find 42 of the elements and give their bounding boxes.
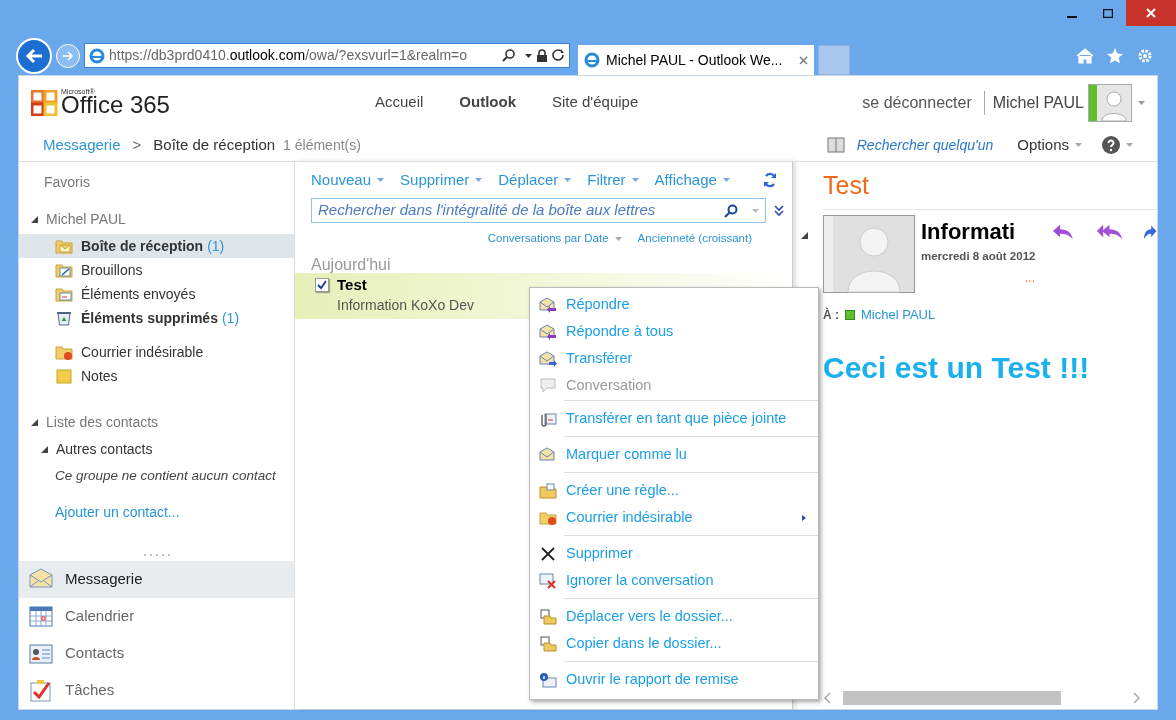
menu-item-label: Ignorer la conversation [566, 570, 715, 590]
menu-item-label: Marquer comme lu [566, 444, 688, 464]
menu-item-label: Transférer en tant que pièce jointe [566, 408, 788, 428]
section-label: Favoris [43, 173, 91, 192]
item-count: 1 élément(s) [283, 135, 361, 155]
url-text: https://db3prd0410.outlook.com/owa/?exsvurl=1&realm=o [109, 46, 468, 65]
breadcrumb-separator: > [132, 134, 142, 155]
module-label: Tâches [65, 680, 115, 701]
empty-group-note: Ce groupe ne contient aucun contact [54, 467, 277, 485]
menu-item-label: Déplacer vers le dossier... [566, 606, 734, 626]
folder-label: Notes [81, 366, 118, 386]
message-sender: Information KoXo Dev [337, 296, 474, 315]
email-body: Ceci est un Test !!! [823, 349, 1091, 386]
user-name: Michel PAUL [992, 92, 1084, 113]
module-label: Calendrier [65, 606, 135, 627]
unread-count: (1) [221, 308, 240, 328]
folder-label: Éléments supprimés [81, 308, 218, 328]
folder-label: Brouillons [81, 260, 143, 280]
folder-label: Éléments envoyés [81, 284, 196, 304]
breadcrumb-current: Boîte de réception [153, 134, 276, 155]
menu-item-label: Transférer [566, 348, 634, 368]
module-label: Contacts [65, 643, 125, 664]
menu-item-label: Copier dans le dossier... [566, 633, 723, 653]
menu-item-label: Répondre [566, 294, 631, 314]
tab-title: Michel PAUL - Outlook We... [606, 50, 784, 70]
product-logo-text: Office 365 [61, 93, 170, 117]
menu-item-label: Ouvrir le rapport de remise [566, 669, 740, 689]
email-date: mercredi 8 août 2012 [921, 249, 1037, 265]
date-group-header: Aujourd'hui [310, 257, 392, 274]
menu-item-label: Conversation [566, 375, 653, 395]
menu-item-label: Courrier indésirable [566, 507, 694, 527]
module-label: Messagerie [65, 569, 143, 590]
menu-item-label: Créer une règle... [566, 480, 680, 500]
menu-item-label: Répondre à tous [566, 321, 675, 341]
message-subject: Test [337, 276, 368, 295]
menu-item-label: Supprimer [566, 543, 634, 563]
folder-label: Courrier indésirable [81, 342, 204, 362]
unread-count: (1) [207, 236, 225, 256]
sender-name: Informati [921, 218, 1017, 247]
email-subject: Test [823, 170, 870, 201]
folder-label: Boîte de réception [81, 236, 204, 256]
to-label: À : [823, 306, 839, 324]
